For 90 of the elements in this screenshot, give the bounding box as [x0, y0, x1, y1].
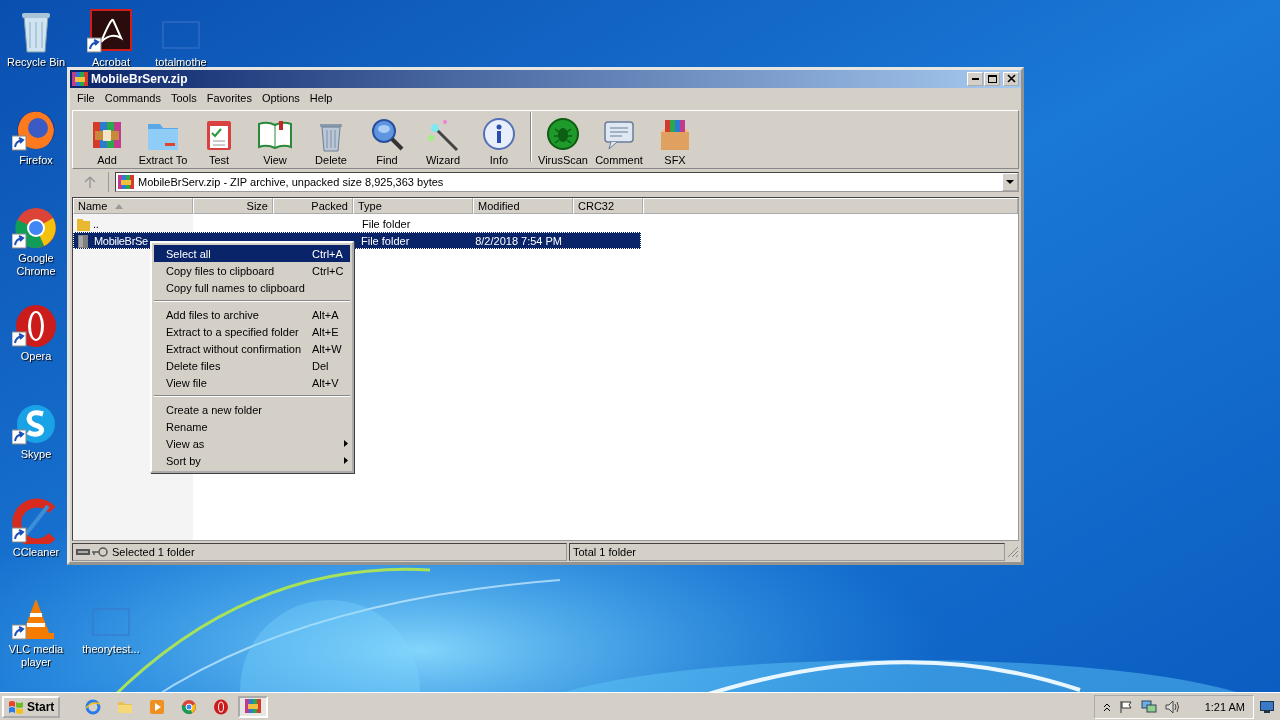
menu-item[interactable]: Sort by	[152, 452, 352, 469]
column-header[interactable]: Type	[353, 198, 473, 214]
menu-item[interactable]: Extract to a specified folder Alt+E	[152, 323, 352, 340]
menu-item[interactable]: Copy full names to clipboard	[152, 279, 352, 296]
toolbar-button[interactable]: Info	[471, 116, 527, 166]
minimize-icon	[971, 78, 979, 80]
toolbar-button[interactable]: VirusScan	[535, 116, 591, 166]
column-header[interactable]: Packed	[273, 198, 353, 214]
maximize-button[interactable]	[984, 72, 1000, 86]
desktop-icon-label[interactable]: Opera	[20, 350, 52, 363]
chevron-up-icon[interactable]	[1102, 701, 1111, 712]
menu-item[interactable]: Extract without confirmation Alt+W	[152, 340, 352, 357]
status-text: Total 1 folder	[573, 546, 636, 558]
column-header[interactable]: CRC32	[573, 198, 643, 214]
start-button[interactable]: Start	[2, 695, 61, 718]
resize-grip-icon[interactable]	[1007, 546, 1019, 558]
search-icon	[369, 116, 405, 152]
monitor-icon	[1260, 700, 1274, 713]
desktop-icon-label[interactable]: Google Chrome	[3, 252, 69, 278]
menu-item[interactable]: Select all Ctrl+A	[154, 245, 350, 262]
submenu-arrow-icon	[344, 440, 348, 447]
window-title: MobileBrServ.zip	[91, 72, 189, 86]
column-header[interactable]: Size	[193, 198, 273, 214]
toolbar-button[interactable]: Add	[79, 116, 135, 166]
address-field[interactable]: MobileBrServ.zip - ZIP archive, unpacked size 8,925,363 bytes	[115, 172, 1019, 192]
windows-logo-icon	[8, 699, 24, 714]
chrome-icon	[181, 698, 198, 715]
menu-item[interactable]: Favorites	[201, 92, 257, 104]
maximize-icon	[986, 74, 998, 84]
toolbar-button[interactable]: Wizard	[415, 116, 471, 166]
ie-icon	[85, 698, 102, 715]
up-arrow-icon	[84, 176, 96, 188]
column-header[interactable]: Modified	[473, 198, 573, 214]
opera-icon	[213, 698, 230, 715]
sort-arrow-icon	[115, 203, 124, 209]
menu-item[interactable]: File	[72, 92, 100, 104]
drive-icon	[76, 548, 90, 556]
play-icon	[149, 698, 166, 715]
app-icon[interactable]	[87, 8, 135, 54]
network-icon[interactable]	[1140, 699, 1157, 714]
toolbar-button[interactable]: Find	[359, 116, 415, 166]
menu-item[interactable]: Rename	[152, 418, 352, 435]
menu-item[interactable]: Help	[304, 92, 338, 104]
menu-item[interactable]: Add files to archive Alt+A	[152, 306, 352, 323]
minimize-button[interactable]	[967, 72, 983, 86]
caret-icon	[1006, 179, 1014, 185]
archive-icon	[245, 698, 262, 715]
archive-icon	[72, 72, 88, 86]
menu-item[interactable]: Delete files Del	[152, 357, 352, 374]
close-button[interactable]	[1003, 72, 1019, 86]
status-text: Selected 1 folder	[112, 546, 195, 558]
toolbar-button[interactable]: Extract To	[135, 116, 191, 166]
toolbar-button[interactable]: Test	[191, 116, 247, 166]
column-header[interactable]: Name	[73, 198, 193, 214]
menu-item[interactable]: Copy files to clipboard Ctrl+C	[152, 262, 352, 279]
taskbar-button[interactable]	[238, 695, 269, 718]
file-row[interactable]: .. File folder	[73, 215, 643, 232]
archive-icon	[118, 175, 134, 189]
desktop-icon-label[interactable]: totalmothe	[155, 56, 207, 69]
desktop-icon-label[interactable]: Recycle Bin	[6, 56, 66, 69]
menu-item[interactable]: Tools	[166, 92, 202, 104]
info-icon	[481, 116, 517, 152]
table-cell: MobileBrSe	[93, 234, 149, 247]
toolbar-button[interactable]: Delete	[303, 116, 359, 166]
desktop-icon-label[interactable]: Acrobat	[92, 56, 130, 69]
flag-icon[interactable]	[1118, 699, 1133, 714]
folder-icon	[75, 232, 91, 249]
bug-icon	[545, 116, 581, 152]
dropdown-button[interactable]	[1002, 173, 1018, 191]
toolbar-button[interactable]: View	[247, 116, 303, 166]
table-cell: 8/2/2018 7:54 PM	[475, 234, 563, 247]
desktop-icon-label[interactable]: CCleaner	[12, 546, 60, 559]
menu-item[interactable]: Commands	[99, 92, 166, 104]
table-cell: ..	[93, 217, 99, 230]
toolbar-button[interactable]: SFX	[647, 116, 703, 166]
menu-item[interactable]: View as	[152, 435, 352, 452]
submenu-arrow-icon	[344, 457, 348, 464]
desktop-icon-label[interactable]: Firefox	[19, 154, 53, 167]
key-icon	[92, 547, 108, 557]
table-cell: File folder	[361, 234, 410, 247]
desktop-icon-label[interactable]: Skype	[20, 448, 52, 461]
menu-item[interactable]: View file Alt+V	[152, 374, 352, 391]
clock[interactable]: 1:21 AM	[1204, 700, 1245, 713]
table-cell: File folder	[362, 217, 411, 230]
speaker-icon[interactable]	[1164, 699, 1181, 714]
desktop-icon-label[interactable]: VLC media player	[3, 643, 69, 669]
menu-item[interactable]: Options	[256, 92, 305, 104]
close-icon	[1005, 74, 1017, 84]
menu-item[interactable]: Create a new folder	[152, 401, 352, 418]
toolbar-button[interactable]: Comment	[591, 116, 647, 166]
